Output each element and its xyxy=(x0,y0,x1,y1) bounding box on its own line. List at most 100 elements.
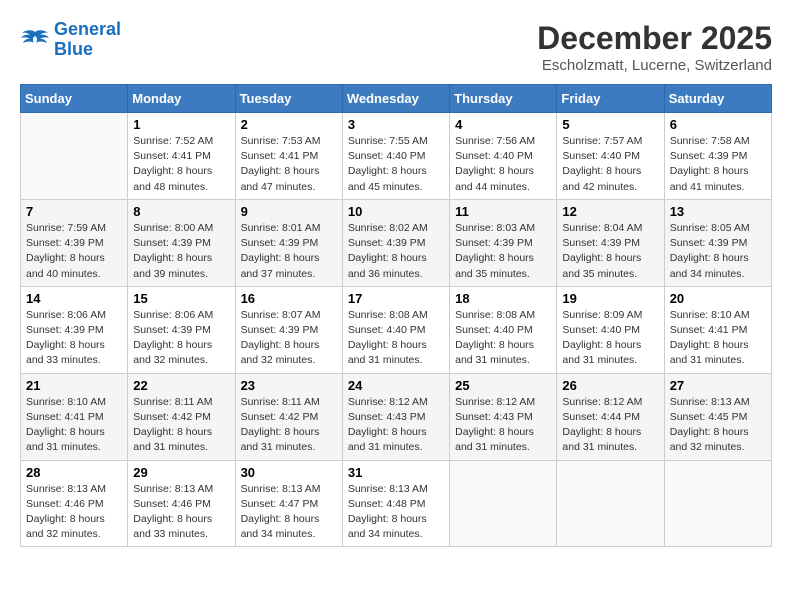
empty-cell xyxy=(21,113,128,200)
day-cell-4: 4Sunrise: 7:56 AMSunset: 4:40 PMDaylight… xyxy=(450,113,557,200)
day-cell-10: 10 Sunrise: 8:02 AMSunset: 4:39 PMDayligh… xyxy=(342,199,449,286)
day-info-27: Sunrise: 8:13 AMSunset: 4:45 PMDaylight:… xyxy=(670,395,766,456)
day-number-23: 23 xyxy=(241,378,337,393)
day-info-24: Sunrise: 8:12 AMSunset: 4:43 PMDaylight:… xyxy=(348,395,444,456)
day-number-3: 3 xyxy=(348,117,444,132)
day-info-12: Sunrise: 8:04 AMSunset: 4:39 PMDaylight:… xyxy=(562,221,658,282)
empty-cell xyxy=(664,460,771,547)
day-cell-31: 31 Sunrise: 8:13 AMSunset: 4:48 PMDayligh… xyxy=(342,460,449,547)
day-info-20: Sunrise: 8:10 AMSunset: 4:41 PMDaylight:… xyxy=(670,308,766,369)
week-row-3: 14 Sunrise: 8:06 AMSunset: 4:39 PMDayligh… xyxy=(21,286,772,373)
location-title: Escholzmatt, Lucerne, Switzerland xyxy=(537,57,772,74)
day-cell-19: 19 Sunrise: 8:09 AMSunset: 4:40 PMDayligh… xyxy=(557,286,664,373)
day-number-30: 30 xyxy=(241,465,337,480)
day-number-31: 31 xyxy=(348,465,444,480)
day-number-17: 17 xyxy=(348,291,444,306)
day-info-2: Sunrise: 7:53 AMSunset: 4:41 PMDaylight:… xyxy=(241,134,337,195)
header-wednesday: Wednesday xyxy=(342,85,449,113)
day-number-15: 15 xyxy=(133,291,229,306)
day-info-15: Sunrise: 8:06 AMSunset: 4:39 PMDaylight:… xyxy=(133,308,229,369)
empty-cell xyxy=(450,460,557,547)
header-row: SundayMondayTuesdayWednesdayThursdayFrid… xyxy=(21,85,772,113)
day-info-7: Sunrise: 7:59 AMSunset: 4:39 PMDaylight:… xyxy=(26,221,122,282)
day-number-2: 2 xyxy=(241,117,337,132)
header-sunday: Sunday xyxy=(21,85,128,113)
header-saturday: Saturday xyxy=(664,85,771,113)
header-monday: Monday xyxy=(128,85,235,113)
day-info-3: Sunrise: 7:55 AMSunset: 4:40 PMDaylight:… xyxy=(348,134,444,195)
day-number-18: 18 xyxy=(455,291,551,306)
day-number-7: 7 xyxy=(26,204,122,219)
day-cell-27: 27 Sunrise: 8:13 AMSunset: 4:45 PMDayligh… xyxy=(664,373,771,460)
day-cell-15: 15 Sunrise: 8:06 AMSunset: 4:39 PMDayligh… xyxy=(128,286,235,373)
day-info-16: Sunrise: 8:07 AMSunset: 4:39 PMDaylight:… xyxy=(241,308,337,369)
logo-text: General Blue xyxy=(54,20,121,60)
day-info-22: Sunrise: 8:11 AMSunset: 4:42 PMDaylight:… xyxy=(133,395,229,456)
day-cell-9: 9Sunrise: 8:01 AMSunset: 4:39 PMDaylight… xyxy=(235,199,342,286)
day-info-9: Sunrise: 8:01 AMSunset: 4:39 PMDaylight:… xyxy=(241,221,337,282)
day-number-13: 13 xyxy=(670,204,766,219)
day-info-11: Sunrise: 8:03 AMSunset: 4:39 PMDaylight:… xyxy=(455,221,551,282)
day-number-6: 6 xyxy=(670,117,766,132)
day-info-18: Sunrise: 8:08 AMSunset: 4:40 PMDaylight:… xyxy=(455,308,551,369)
day-info-4: Sunrise: 7:56 AMSunset: 4:40 PMDaylight:… xyxy=(455,134,551,195)
day-cell-21: 21 Sunrise: 8:10 AMSunset: 4:41 PMDayligh… xyxy=(21,373,128,460)
header: General Blue December 2025 Escholzmatt, … xyxy=(20,20,772,74)
day-number-14: 14 xyxy=(26,291,122,306)
day-number-19: 19 xyxy=(562,291,658,306)
day-cell-30: 30 Sunrise: 8:13 AMSunset: 4:47 PMDayligh… xyxy=(235,460,342,547)
day-info-30: Sunrise: 8:13 AMSunset: 4:47 PMDaylight:… xyxy=(241,482,337,543)
day-info-26: Sunrise: 8:12 AMSunset: 4:44 PMDaylight:… xyxy=(562,395,658,456)
logo: General Blue xyxy=(20,20,121,60)
day-cell-26: 26Sunrise: 8:12 AMSunset: 4:44 PMDayligh… xyxy=(557,373,664,460)
day-number-16: 16 xyxy=(241,291,337,306)
day-cell-1: 1 Sunrise: 7:52 AMSunset: 4:41 PMDaylight… xyxy=(128,113,235,200)
day-number-5: 5 xyxy=(562,117,658,132)
day-cell-5: 5 Sunrise: 7:57 AMSunset: 4:40 PMDaylight… xyxy=(557,113,664,200)
day-info-14: Sunrise: 8:06 AMSunset: 4:39 PMDaylight:… xyxy=(26,308,122,369)
day-cell-28: 28Sunrise: 8:13 AMSunset: 4:46 PMDayligh… xyxy=(21,460,128,547)
header-thursday: Thursday xyxy=(450,85,557,113)
logo-icon xyxy=(20,28,50,52)
calendar-table: SundayMondayTuesdayWednesdayThursdayFrid… xyxy=(20,84,772,547)
day-cell-17: 17Sunrise: 8:08 AMSunset: 4:40 PMDayligh… xyxy=(342,286,449,373)
day-info-6: Sunrise: 7:58 AMSunset: 4:39 PMDaylight:… xyxy=(670,134,766,195)
day-info-13: Sunrise: 8:05 AMSunset: 4:39 PMDaylight:… xyxy=(670,221,766,282)
day-info-1: Sunrise: 7:52 AMSunset: 4:41 PMDaylight:… xyxy=(133,134,229,195)
day-cell-16: 16 Sunrise: 8:07 AMSunset: 4:39 PMDayligh… xyxy=(235,286,342,373)
day-cell-24: 24 Sunrise: 8:12 AMSunset: 4:43 PMDayligh… xyxy=(342,373,449,460)
week-row-2: 7 Sunrise: 7:59 AMSunset: 4:39 PMDaylight… xyxy=(21,199,772,286)
month-title: December 2025 xyxy=(537,20,772,57)
day-info-10: Sunrise: 8:02 AMSunset: 4:39 PMDaylight:… xyxy=(348,221,444,282)
day-number-29: 29 xyxy=(133,465,229,480)
week-row-1: 1 Sunrise: 7:52 AMSunset: 4:41 PMDaylight… xyxy=(21,113,772,200)
header-tuesday: Tuesday xyxy=(235,85,342,113)
day-number-8: 8 xyxy=(133,204,229,219)
day-cell-6: 6 Sunrise: 7:58 AMSunset: 4:39 PMDaylight… xyxy=(664,113,771,200)
day-info-31: Sunrise: 8:13 AMSunset: 4:48 PMDaylight:… xyxy=(348,482,444,543)
day-number-1: 1 xyxy=(133,117,229,132)
day-cell-11: 11Sunrise: 8:03 AMSunset: 4:39 PMDayligh… xyxy=(450,199,557,286)
day-info-23: Sunrise: 8:11 AMSunset: 4:42 PMDaylight:… xyxy=(241,395,337,456)
day-cell-18: 18 Sunrise: 8:08 AMSunset: 4:40 PMDayligh… xyxy=(450,286,557,373)
day-number-27: 27 xyxy=(670,378,766,393)
day-number-25: 25 xyxy=(455,378,551,393)
day-info-28: Sunrise: 8:13 AMSunset: 4:46 PMDaylight:… xyxy=(26,482,122,543)
day-number-24: 24 xyxy=(348,378,444,393)
day-cell-13: 13 Sunrise: 8:05 AMSunset: 4:39 PMDayligh… xyxy=(664,199,771,286)
day-cell-20: 20Sunrise: 8:10 AMSunset: 4:41 PMDayligh… xyxy=(664,286,771,373)
day-info-25: Sunrise: 8:12 AMSunset: 4:43 PMDaylight:… xyxy=(455,395,551,456)
day-number-21: 21 xyxy=(26,378,122,393)
day-cell-25: 25 Sunrise: 8:12 AMSunset: 4:43 PMDayligh… xyxy=(450,373,557,460)
empty-cell xyxy=(557,460,664,547)
title-area: December 2025 Escholzmatt, Lucerne, Swit… xyxy=(537,20,772,74)
day-info-29: Sunrise: 8:13 AMSunset: 4:46 PMDaylight:… xyxy=(133,482,229,543)
day-number-10: 10 xyxy=(348,204,444,219)
day-info-21: Sunrise: 8:10 AMSunset: 4:41 PMDaylight:… xyxy=(26,395,122,456)
day-cell-8: 8 Sunrise: 8:00 AMSunset: 4:39 PMDaylight… xyxy=(128,199,235,286)
day-cell-2: 2 Sunrise: 7:53 AMSunset: 4:41 PMDaylight… xyxy=(235,113,342,200)
day-info-8: Sunrise: 8:00 AMSunset: 4:39 PMDaylight:… xyxy=(133,221,229,282)
day-info-5: Sunrise: 7:57 AMSunset: 4:40 PMDaylight:… xyxy=(562,134,658,195)
day-cell-14: 14 Sunrise: 8:06 AMSunset: 4:39 PMDayligh… xyxy=(21,286,128,373)
day-info-19: Sunrise: 8:09 AMSunset: 4:40 PMDaylight:… xyxy=(562,308,658,369)
